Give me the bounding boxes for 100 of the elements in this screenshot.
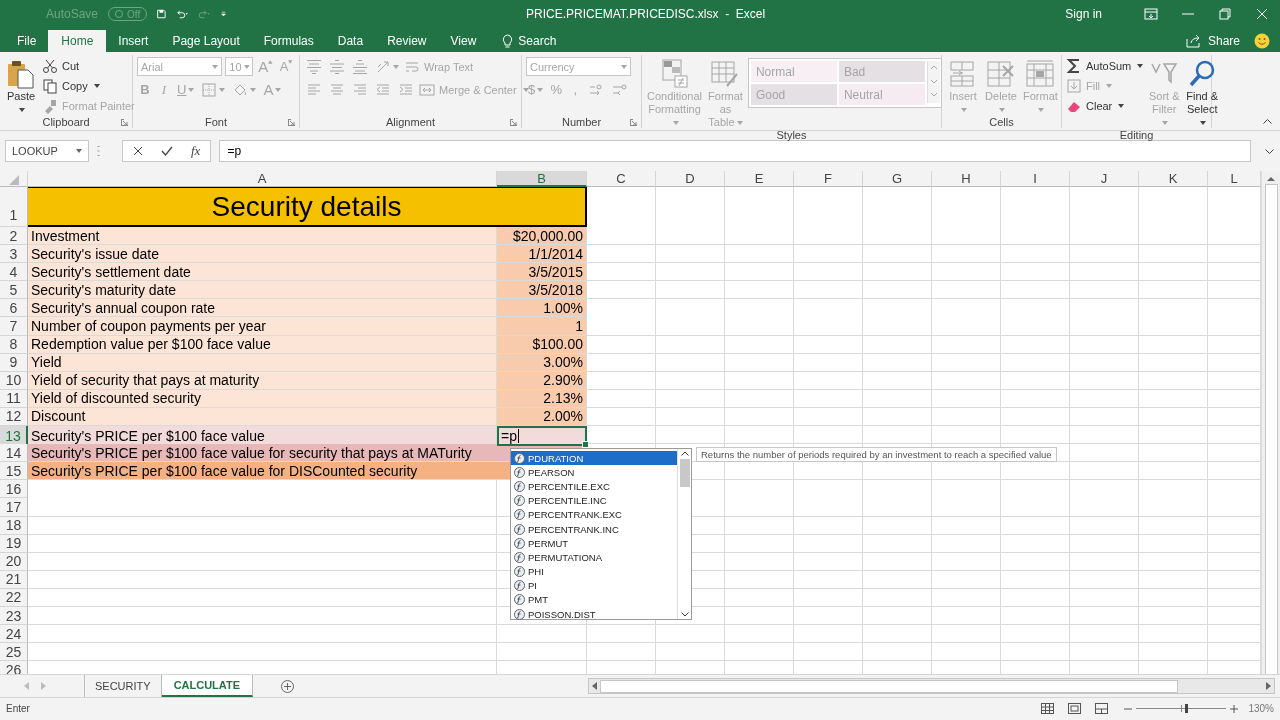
column-header[interactable]: E: [725, 171, 794, 187]
paste-button[interactable]: Paste: [4, 56, 38, 116]
zoom-in-icon[interactable]: [1230, 704, 1239, 713]
autocomplete-item[interactable]: PERMUTATIONA: [511, 550, 677, 565]
autocomplete-item[interactable]: PERCENTRANK.INC: [511, 521, 677, 537]
row-number[interactable]: 13: [0, 426, 28, 447]
copy-button[interactable]: Copy: [42, 76, 100, 95]
ribbon-tab[interactable]: File: [5, 30, 49, 52]
row-number[interactable]: 26: [0, 661, 28, 675]
column-header[interactable]: B: [497, 171, 587, 187]
autocomplete-item[interactable]: PERCENTILE.INC: [511, 493, 677, 508]
dialog-launcher-icon[interactable]: [288, 119, 295, 126]
ribbon-tab[interactable]: Review: [375, 30, 439, 52]
autosum-button[interactable]: AutoSum: [1066, 56, 1144, 75]
autocomplete-item[interactable]: PI: [511, 578, 677, 593]
grip-icon: [97, 145, 100, 157]
ribbon-tab[interactable]: Data: [325, 30, 376, 52]
expand-formula-bar-icon[interactable]: [1265, 148, 1274, 154]
row-number[interactable]: 16: [0, 480, 28, 499]
find-select-button[interactable]: Find & Select: [1185, 56, 1220, 129]
share-button[interactable]: Share: [1185, 30, 1240, 52]
select-all-corner[interactable]: [0, 171, 28, 187]
scroll-left-icon[interactable]: [592, 682, 598, 691]
autocomplete-item[interactable]: PDURATION: [511, 451, 677, 466]
next-sheet-icon[interactable]: [41, 682, 46, 691]
column-header[interactable]: D: [656, 171, 725, 187]
scroll-down-icon[interactable]: [680, 612, 689, 617]
row-number[interactable]: 2: [0, 227, 28, 246]
table-cell: 3/5/2018: [497, 281, 587, 300]
scrollbar[interactable]: [1261, 171, 1280, 675]
ribbon-tab[interactable]: Insert: [106, 30, 161, 52]
page-break-icon[interactable]: [1095, 703, 1109, 715]
dialog-launcher-icon[interactable]: [630, 119, 637, 126]
column-header[interactable]: H: [932, 171, 1001, 187]
row-number[interactable]: 3: [0, 245, 28, 264]
autocomplete-item[interactable]: PMT: [511, 592, 677, 608]
row-number[interactable]: 24: [0, 625, 28, 644]
column-header[interactable]: J: [1070, 171, 1139, 187]
scroll-up-icon[interactable]: [680, 451, 689, 456]
page-layout-icon[interactable]: [1068, 703, 1082, 715]
row-number[interactable]: 1: [0, 187, 28, 227]
insert-function-button[interactable]: fx: [191, 143, 201, 159]
align-icon: [375, 81, 391, 98]
ribbon-tab[interactable]: Page Layout: [160, 30, 252, 52]
select-all-icon[interactable]: [8, 175, 19, 185]
formula-input[interactable]: =p: [219, 140, 1251, 162]
group-label: Styles: [776, 129, 807, 141]
row-number[interactable]: 14: [0, 444, 28, 463]
scrollbar[interactable]: [677, 449, 691, 619]
table-cell: Security's annual coupon rate: [28, 299, 497, 318]
previous-sheet-icon[interactable]: [24, 682, 29, 691]
autocomplete-item[interactable]: PERCENTRANK.EXC: [511, 507, 677, 522]
column-header[interactable]: G: [863, 171, 932, 187]
save-icon[interactable]: [157, 7, 166, 21]
sheet-tab[interactable]: CALCULATE: [161, 675, 254, 698]
cancel-icon[interactable]: [133, 146, 143, 156]
scroll-thumb[interactable]: [679, 459, 690, 487]
copy-icon: [42, 77, 58, 94]
row-number[interactable]: 17: [0, 498, 28, 517]
enter-icon[interactable]: [161, 146, 173, 156]
sign-in-link[interactable]: Sign in: [1065, 7, 1102, 21]
ribbon-tab[interactable]: Formulas: [251, 30, 326, 52]
function-icon: [514, 523, 525, 535]
group-label: Clipboard: [42, 116, 90, 128]
table-cell: Number of coupon payments per year: [28, 317, 497, 336]
column-header[interactable]: F: [794, 171, 863, 187]
column-header[interactable]: L: [1208, 171, 1261, 187]
row-number[interactable]: 6: [0, 299, 28, 318]
ribbon-tab[interactable]: View: [438, 30, 489, 52]
normal-view-icon[interactable]: [1041, 703, 1055, 715]
row-number[interactable]: 15: [0, 462, 28, 481]
cell-editor[interactable]: =p: [497, 426, 587, 447]
column-header[interactable]: A: [28, 171, 497, 187]
search-box[interactable]: Search: [488, 30, 557, 52]
clear-button[interactable]: Clear: [1066, 96, 1125, 115]
row-number[interactable]: 4: [0, 263, 28, 282]
cut-button[interactable]: Cut: [42, 56, 80, 75]
collapse-ribbon-icon[interactable]: [1263, 119, 1272, 124]
smiley-icon[interactable]: [1254, 33, 1270, 49]
name-box[interactable]: LOOKUP: [5, 140, 89, 162]
autocomplete-item[interactable]: PHI: [511, 564, 677, 579]
column-header[interactable]: K: [1139, 171, 1208, 187]
autocomplete-item[interactable]: POISSON.DIST: [511, 607, 677, 622]
scrollbar[interactable]: [588, 678, 1275, 695]
row-number[interactable]: 7: [0, 317, 28, 336]
scroll-right-icon[interactable]: [1266, 682, 1271, 691]
column-header[interactable]: C: [587, 171, 656, 187]
function-icon: [514, 566, 525, 578]
function-icon: [514, 551, 525, 563]
customize-icon[interactable]: [221, 10, 226, 18]
row-number[interactable]: 25: [0, 643, 28, 662]
dialog-launcher-icon[interactable]: [121, 119, 128, 126]
autocomplete-item[interactable]: PERCENTILE.EXC: [511, 479, 677, 494]
add-sheet-icon[interactable]: [281, 679, 295, 693]
column-header[interactable]: I: [1001, 171, 1070, 187]
dialog-launcher-icon[interactable]: [510, 119, 517, 126]
table-cell: $20,000.00: [497, 227, 587, 246]
autocomplete-item[interactable]: PERMUT: [511, 536, 677, 551]
ribbon-tab[interactable]: Home: [48, 30, 107, 52]
row-number[interactable]: 5: [0, 281, 28, 300]
